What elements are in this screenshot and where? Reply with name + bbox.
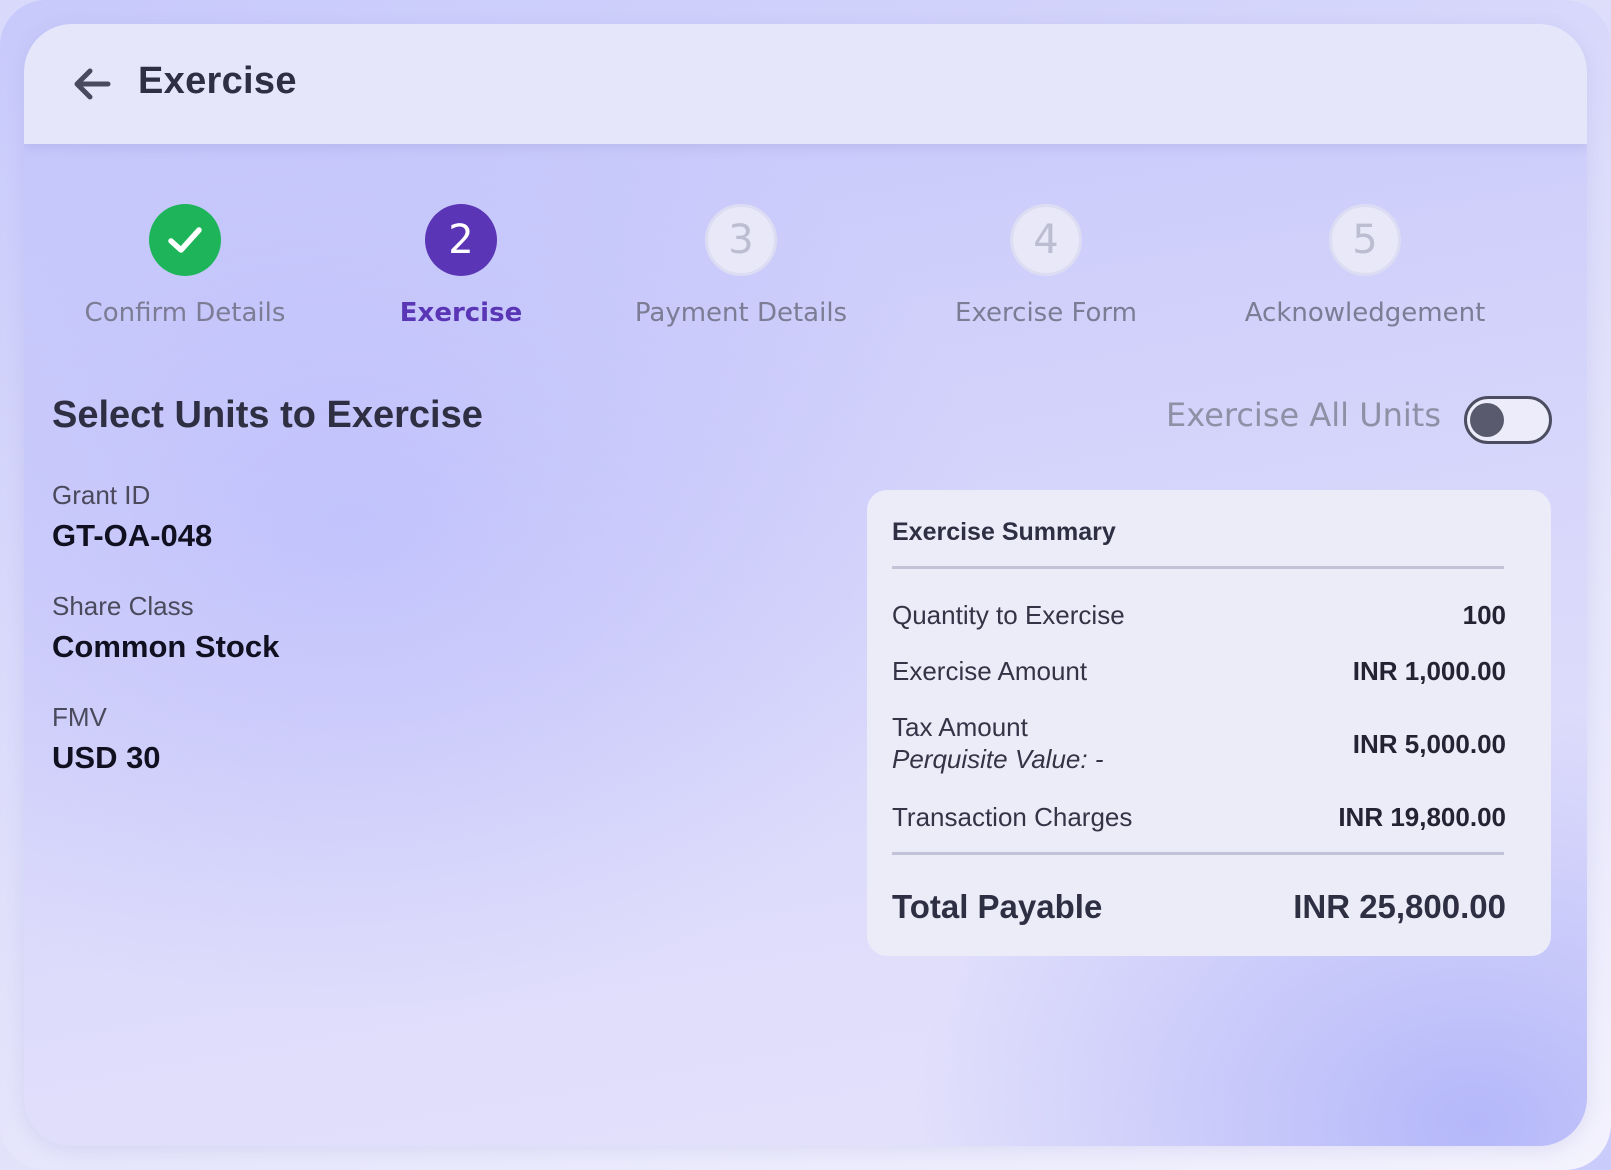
app-frame: Exercise Confirm Details 2 Exercise 3 Pa… <box>0 0 1611 1170</box>
transaction-charges-label: Transaction Charges <box>892 802 1133 832</box>
transaction-charges-value: INR 19,800.00 <box>1338 802 1506 832</box>
step-number: 5 <box>1329 204 1401 276</box>
share-class-label: Share Class <box>52 591 194 621</box>
section-title: Select Units to Exercise <box>52 394 483 436</box>
quantity-label: Quantity to Exercise <box>892 600 1125 630</box>
tax-amount-label: Tax Amount <box>892 712 1028 742</box>
step-acknowledgement[interactable]: 5 Acknowledgement <box>1235 204 1495 328</box>
total-payable-value: INR 25,800.00 <box>1293 888 1506 925</box>
fmv-label: FMV <box>52 702 107 732</box>
page-title: Exercise <box>138 60 297 102</box>
summary-divider <box>892 566 1504 569</box>
fmv-value: USD 30 <box>52 740 161 775</box>
step-label: Exercise <box>399 298 523 328</box>
exercise-all-units-toggle[interactable] <box>1464 396 1552 444</box>
summary-title: Exercise Summary <box>892 518 1116 546</box>
quantity-value: 100 <box>1462 600 1506 630</box>
share-class-value: Common Stock <box>52 629 280 664</box>
step-exercise-form[interactable]: 4 Exercise Form <box>916 204 1176 328</box>
step-exercise[interactable]: 2 Exercise <box>331 204 591 328</box>
step-number: 3 <box>705 204 777 276</box>
step-payment-details[interactable]: 3 Payment Details <box>611 204 871 328</box>
step-label: Acknowledgement <box>1244 298 1486 328</box>
step-label: Exercise Form <box>955 298 1137 328</box>
perquisite-value-label: Perquisite Value: - <box>892 744 1104 774</box>
exercise-summary-card: Exercise Summary Quantity to Exercise 10… <box>867 490 1551 956</box>
checkmark-icon <box>149 204 221 276</box>
exercise-amount-value: INR 1,000.00 <box>1352 656 1506 686</box>
total-payable-label: Total Payable <box>892 888 1103 925</box>
exercise-amount-label: Exercise Amount <box>892 656 1088 686</box>
grant-id-value: GT-OA-048 <box>52 518 213 553</box>
step-confirm-details[interactable]: Confirm Details <box>55 204 315 328</box>
step-label: Payment Details <box>634 298 848 328</box>
tax-amount-value: INR 5,000.00 <box>1352 729 1506 759</box>
step-label: Confirm Details <box>84 298 286 328</box>
exercise-screen: Exercise Confirm Details 2 Exercise 3 Pa… <box>24 24 1587 1146</box>
step-number: 4 <box>1010 204 1082 276</box>
toggle-knob <box>1470 403 1504 437</box>
header-bar: Exercise <box>24 24 1587 144</box>
grant-id-label: Grant ID <box>52 480 151 510</box>
exercise-all-units-label: Exercise All Units <box>1166 396 1441 434</box>
arrow-left-icon[interactable] <box>68 60 116 108</box>
summary-divider <box>892 852 1504 855</box>
step-number: 2 <box>425 204 497 276</box>
